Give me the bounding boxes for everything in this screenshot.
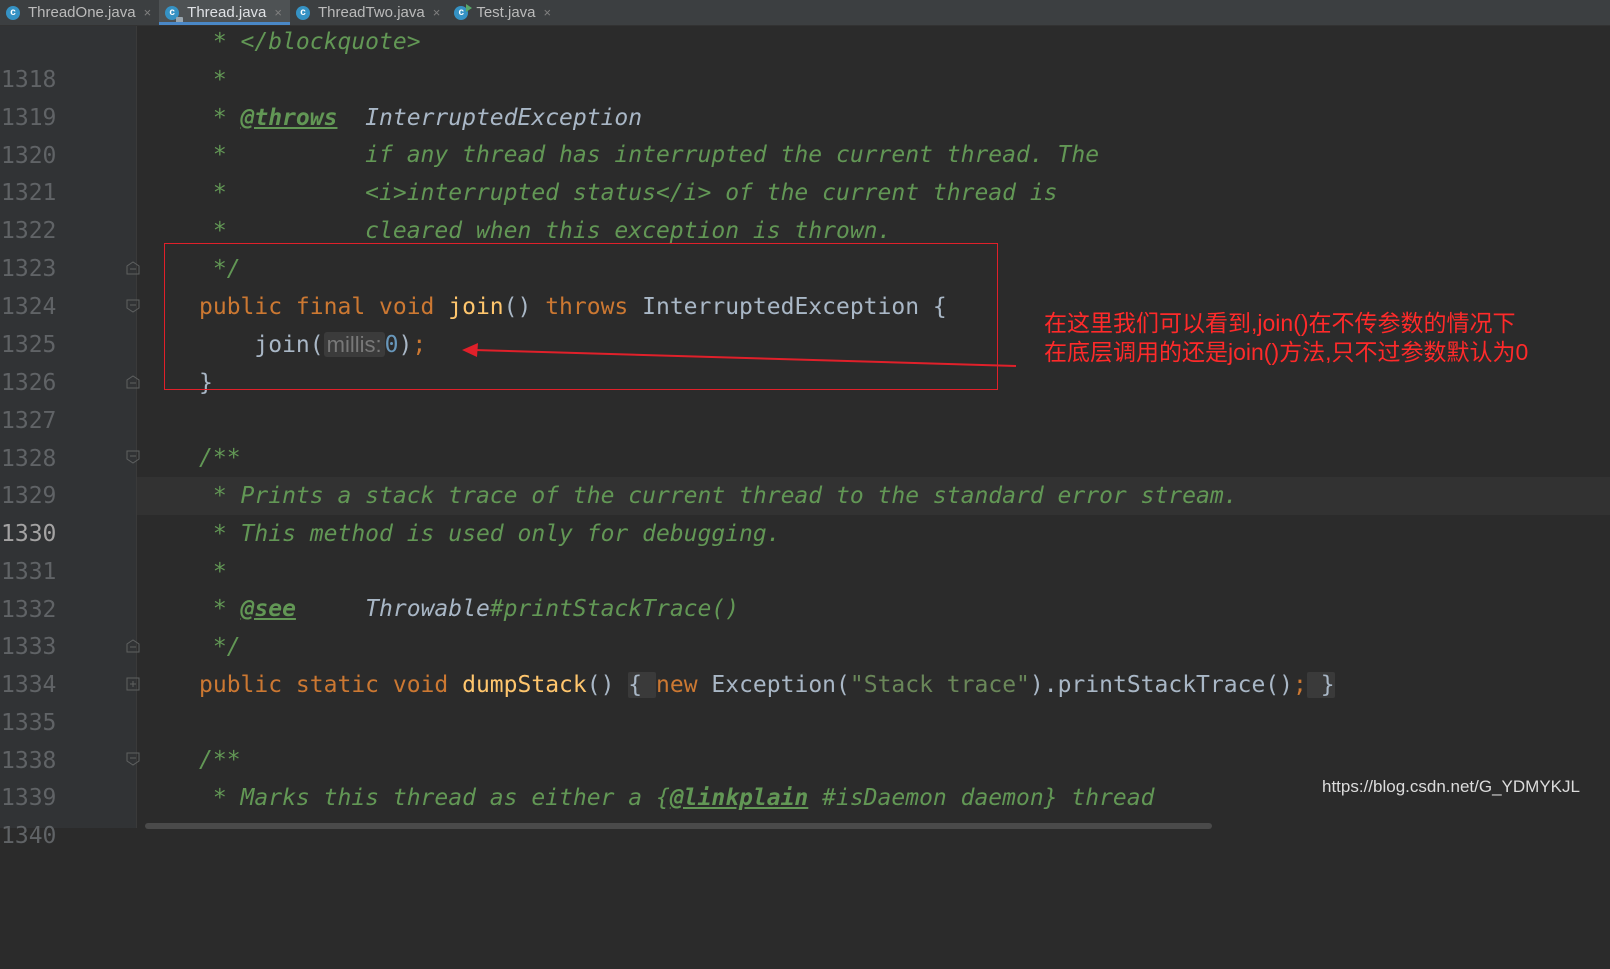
annotation-text: 在这里我们可以看到,join()在不传参数的情况下 在底层调用的还是join()… [1044,309,1528,367]
folded-block-close[interactable]: } [1306,672,1335,698]
code-text: * @see Throwable#printStackTrace() [199,596,740,622]
code-text: /** [199,747,241,773]
code-line[interactable]: 1320 * @throws InterruptedException [0,99,1610,169]
code-text: * Prints a stack trace of the current th… [199,483,1238,509]
code-line[interactable]: 1333 * @see Throwable#printStackTrace() [0,590,1610,660]
close-icon[interactable]: × [144,5,152,20]
code-text: * [199,559,227,585]
javadoc-tag: @linkplain [669,785,809,811]
highlight-box [164,243,998,390]
close-icon[interactable]: × [544,5,552,20]
tab-thread[interactable]: c Thread.java × [159,0,290,25]
code-line[interactable]: 1322 * <i>interrupted status</i> of the … [0,174,1610,244]
tab-threadone[interactable]: c ThreadOne.java × [0,0,159,25]
tab-label: Test.java [476,4,536,21]
java-class-locked-icon: c [165,5,184,23]
java-class-icon: c [295,5,310,20]
code-text: * </blockquote> [199,29,421,55]
java-class-runnable-icon: c [454,3,473,20]
annotation-line: 在底层调用的还是join()方法,只不过参数默认为0 [1044,339,1529,365]
tab-threadtwo[interactable]: c ThreadTwo.java × [290,0,448,25]
annotation-line: 在这里我们可以看到,join()在不传参数的情况下 [1044,310,1516,336]
current-code-line[interactable]: 1330 * Prints a stack trace of the curre… [0,477,1610,547]
watermark: https://blog.csdn.net/G_YDMYKJL [1322,777,1580,796]
code-line[interactable]: 1318 * </blockquote> [0,23,1610,93]
tab-test[interactable]: c Test.java × [448,0,559,25]
code-text: * This method is used only for debugging… [199,521,781,547]
code-line[interactable]: 1331 * This method is used only for debu… [0,515,1610,585]
javadoc-tag: @see [240,596,296,622]
java-class-icon: c [6,5,20,20]
code-line[interactable]: 1321 * if any thread has interrupted the… [0,136,1610,206]
folded-block-open[interactable]: { [628,672,656,698]
code-line[interactable]: 1338 [0,704,1610,774]
close-icon[interactable]: × [433,5,441,20]
close-icon[interactable]: × [274,5,282,20]
javadoc-tag: @throws [240,105,338,131]
code-line[interactable]: 1339 /** [0,741,1610,811]
line-number: 1340 [1,823,57,849]
code-line[interactable]: 1332 * [0,553,1610,623]
code-text: /** [199,445,241,471]
code-text: * if any thread has interrupted the curr… [199,142,1100,168]
horizontal-scrollbar[interactable] [145,823,1212,829]
code-text: */ [199,634,241,660]
lock-icon [176,16,184,23]
tab-label: ThreadOne.java [28,4,136,21]
tab-label: ThreadTwo.java [317,4,425,21]
code-line[interactable]: 1319 * [0,61,1610,131]
code-text: * <i>interrupted status</i> of the curre… [199,180,1058,206]
code-line[interactable]: 1335 public static void dumpStack() { ne… [0,666,1610,736]
code-text: * Marks this thread as either a {@linkpl… [199,785,1155,811]
code-line[interactable]: 1328 [0,402,1610,472]
code-text: * [199,67,227,93]
run-icon [466,3,473,12]
code-text: public static void dumpStack() { new Exc… [199,672,1335,698]
code-editor[interactable]: 1318 * </blockquote> 1319 * 1320 * @thro… [0,23,1610,849]
tab-label: Thread.java [187,4,267,21]
code-line[interactable]: 1329 /** [0,439,1610,509]
code-text: * @throws InterruptedException [199,105,643,131]
code-line[interactable]: 1334 */ [0,628,1610,698]
